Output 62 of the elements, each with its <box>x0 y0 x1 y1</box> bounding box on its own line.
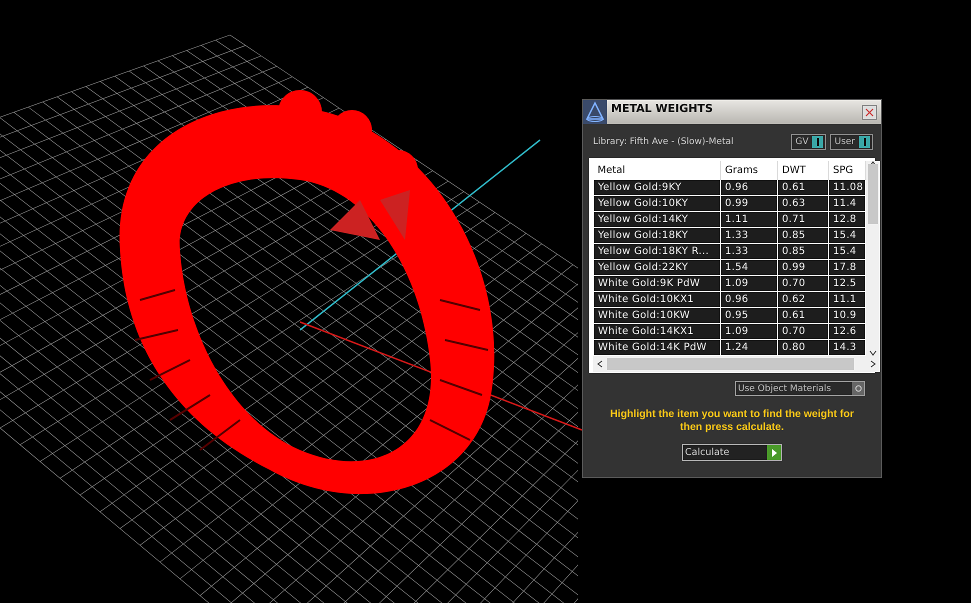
table-cell: 14.3 <box>828 340 866 356</box>
table-cell: Yellow Gold:14KY <box>594 212 720 228</box>
table-cell: 0.70 <box>778 324 828 340</box>
table-cell: 0.85 <box>778 228 828 244</box>
table-cell: 12.6 <box>828 324 866 340</box>
table-cell: Yellow Gold:18KY <box>594 228 720 244</box>
scrollbar-thumb[interactable] <box>607 358 854 370</box>
scrollbar-thumb[interactable] <box>868 164 878 224</box>
use-object-materials-toggle[interactable]: Use Object Materials <box>735 381 865 396</box>
table-cell: 17.8 <box>828 260 866 276</box>
table-cell: Yellow Gold:22KY <box>594 260 720 276</box>
table-cell: Yellow Gold:18KY R... <box>594 244 720 260</box>
toggle-button[interactable]: GV <box>791 134 826 150</box>
table-cell: 12.8 <box>828 212 866 228</box>
table-cell: White Gold:14K PdW <box>594 340 720 356</box>
play-icon <box>771 448 777 456</box>
toggle-button[interactable]: User <box>830 134 873 150</box>
horizontal-scrollbar[interactable] <box>593 356 880 372</box>
table-cell: 15.4 <box>828 228 866 244</box>
close-button[interactable] <box>862 104 877 120</box>
table-cell: 11.1 <box>828 292 866 308</box>
table-cell: 11.4 <box>828 196 866 212</box>
table-cell: 0.96 <box>720 292 778 308</box>
column-header[interactable]: SPG <box>828 161 866 180</box>
table-cell: 0.70 <box>778 276 828 292</box>
table-cell: White Gold:10KX1 <box>594 292 720 308</box>
table-cell: White Gold:10KW <box>594 308 720 324</box>
table-cell: Yellow Gold:10KY <box>594 196 720 212</box>
calculate-button[interactable]: Calculate <box>682 444 782 461</box>
pyramid-logo-icon <box>583 100 607 124</box>
table-cell: 1.24 <box>720 340 778 356</box>
instruction-text: Highlight the item you want to find the weight for then press calculate. <box>609 408 855 434</box>
table-cell: 0.99 <box>778 260 828 276</box>
table-cell: 0.96 <box>720 180 778 196</box>
table-cell: 10.9 <box>828 308 866 324</box>
table-cell: 1.11 <box>720 212 778 228</box>
table-cell: 1.33 <box>720 228 778 244</box>
library-label: Library: Fifth Ave - (Slow)-Metal <box>593 137 734 147</box>
table-cell: 0.71 <box>778 212 828 228</box>
column-header[interactable]: DWT <box>778 161 828 180</box>
window-title: METAL WEIGHTS <box>611 101 714 115</box>
table-cell: 0.80 <box>778 340 828 356</box>
vertical-scrollbar[interactable] <box>866 161 880 356</box>
column-header[interactable]: Grams <box>720 161 778 180</box>
table-cell: 11.08 <box>828 180 866 196</box>
table-cell: 0.62 <box>778 292 828 308</box>
table-cell: 1.33 <box>720 244 778 260</box>
table-cell: 0.95 <box>720 308 778 324</box>
table-cell: 0.61 <box>778 180 828 196</box>
close-icon <box>865 108 874 116</box>
table-cell: 0.61 <box>778 308 828 324</box>
table-cell: 12.5 <box>828 276 866 292</box>
table-cell: White Gold:14KX1 <box>594 324 720 340</box>
table-cell: 0.85 <box>778 244 828 260</box>
table-cell: 0.99 <box>720 196 778 212</box>
table-cell: Yellow Gold:9KY <box>594 180 720 196</box>
table-cell: White Gold:9K PdW <box>594 276 720 292</box>
table-cell: 15.4 <box>828 244 866 260</box>
table-cell: 1.54 <box>720 260 778 276</box>
table-cell: 1.09 <box>720 324 778 340</box>
table-cell: 0.63 <box>778 196 828 212</box>
table-cell: 1.09 <box>720 276 778 292</box>
